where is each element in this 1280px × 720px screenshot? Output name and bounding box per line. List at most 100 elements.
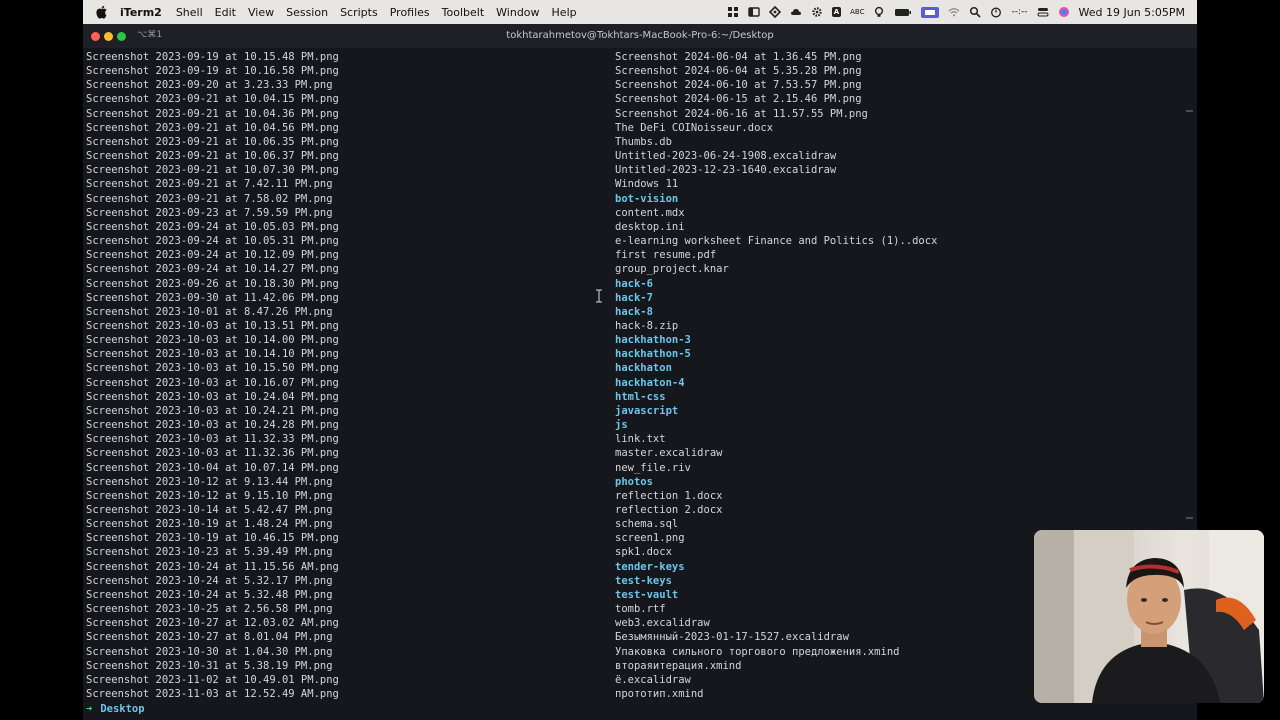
file-entry: Untitled-2023-12-23-1640.excalidraw: [615, 164, 837, 177]
timer-dashes: --:--: [1011, 7, 1028, 17]
file-entry: Screenshot 2023-09-26 at 10.18.30 PM.png: [86, 277, 339, 290]
cloud-icon[interactable]: [790, 6, 802, 18]
file-entry: Screenshot 2023-10-27 at 12.03.02 AM.png: [86, 617, 339, 630]
file-entry: Screenshot 2023-09-21 at 10.06.35 PM.png: [86, 135, 339, 148]
shell-prompt[interactable]: ➜ Desktop: [86, 702, 145, 716]
menu-profiles[interactable]: Profiles: [390, 6, 430, 19]
file-entry: Screenshot 2023-10-24 at 11.15.56 AM.png: [86, 560, 339, 573]
file-entry: втораяитерация.xmind: [615, 659, 742, 672]
file-entry: Screenshot 2023-10-19 at 10.46.15 PM.png: [86, 532, 339, 545]
search-icon[interactable]: [969, 6, 982, 18]
window-icon[interactable]: [748, 6, 760, 18]
file-entry: Screenshot 2023-10-03 at 10.24.21 PM.png: [86, 404, 339, 417]
file-entry: Screenshot 2023-09-21 at 7.58.02 PM.png: [86, 192, 333, 205]
file-entry: Screenshot 2023-10-03 at 10.14.10 PM.png: [86, 348, 339, 361]
siri-icon[interactable]: [1058, 6, 1070, 18]
file-entry: прототип.xmind: [615, 688, 704, 701]
file-entry: group_project.knar: [615, 263, 729, 276]
scroll-marker: [1186, 110, 1193, 112]
menu-bar-clock[interactable]: Wed 19 Jun 5:05PM: [1079, 6, 1185, 19]
directory-entry: tender-keys: [615, 560, 685, 573]
file-entry: Thumbs.db: [615, 135, 672, 148]
file-entry: Screenshot 2023-10-01 at 8.47.26 PM.png: [86, 305, 333, 318]
ls-column-right: Screenshot 2024-06-04 at 1.36.45 PM.png S…: [615, 50, 937, 701]
file-entry: link.txt: [615, 433, 666, 446]
file-entry: Screenshot 2023-09-24 at 10.05.03 PM.png: [86, 220, 339, 233]
file-entry: Screenshot 2024-06-16 at 11.57.55 PM.png: [615, 107, 868, 120]
battery-icon[interactable]: [894, 6, 912, 18]
file-entry: Screenshot 2023-10-03 at 10.14.00 PM.png: [86, 334, 339, 347]
menu-bar: iTerm2 Shell Edit View Session Scripts P…: [83, 0, 1197, 24]
file-entry: Screenshot 2023-11-02 at 10.49.01 PM.png: [86, 673, 339, 686]
file-entry: Screenshot 2023-09-21 at 10.06.37 PM.png: [86, 150, 339, 163]
file-entry: Screenshot 2023-10-03 at 11.32.36 PM.png: [86, 447, 339, 460]
directory-entry: bot-vision: [615, 192, 679, 205]
file-entry: Упаковка сильного торгового предложения.…: [615, 645, 900, 658]
directory-entry: javascript: [615, 404, 679, 417]
menu-scripts[interactable]: Scripts: [340, 6, 378, 19]
file-entry: Screenshot 2023-10-24 at 5.32.48 PM.png: [86, 588, 333, 601]
file-entry: Screenshot 2023-09-20 at 3.23.33 PM.png: [86, 79, 333, 92]
text-cursor-icon: [596, 289, 602, 303]
gear-icon[interactable]: [811, 6, 823, 18]
file-entry: hack-8.zip: [615, 319, 679, 332]
file-entry: Screenshot 2023-10-03 at 10.24.28 PM.png: [86, 419, 339, 432]
prompt-cwd: Desktop: [100, 703, 145, 715]
menu-app-name[interactable]: iTerm2: [120, 6, 162, 19]
file-entry: Screenshot 2023-10-03 at 10.15.50 PM.png: [86, 362, 339, 375]
file-entry: Screenshot 2023-10-24 at 5.32.17 PM.png: [86, 574, 333, 587]
menu-help[interactable]: Help: [552, 6, 577, 19]
ls-column-left: Screenshot 2023-09-19 at 10.15.48 PM.png…: [86, 50, 339, 701]
input-source-icon[interactable]: A: [831, 7, 842, 17]
file-entry: Screenshot 2023-09-21 at 10.04.56 PM.png: [86, 121, 339, 134]
directory-entry: test-vault: [615, 588, 679, 601]
file-entry: reflection 2.docx: [615, 504, 723, 516]
control-center-icon[interactable]: [1037, 6, 1049, 18]
file-entry: Screenshot 2024-06-04 at 5.35.28 PM.png: [615, 65, 862, 78]
apple-icon[interactable]: [95, 5, 108, 19]
menu-shell[interactable]: Shell: [176, 6, 203, 19]
file-entry: Screenshot 2023-10-03 at 10.13.51 PM.png: [86, 319, 339, 332]
file-entry: Screenshot 2023-10-30 at 1.04.30 PM.png: [86, 645, 333, 658]
menu-edit[interactable]: Edit: [215, 6, 236, 19]
file-entry: Screenshot 2024-06-15 at 2.15.46 PM.png: [615, 93, 862, 106]
screen: iTerm2 Shell Edit View Session Scripts P…: [83, 0, 1197, 720]
file-entry: ё.excalidraw: [615, 673, 691, 686]
file-entry: first resume.pdf: [615, 249, 717, 262]
file-entry: Screenshot 2023-10-03 at 10.24.04 PM.png: [86, 390, 339, 403]
file-entry: Screenshot 2023-10-12 at 9.13.44 PM.png: [86, 475, 333, 488]
file-entry: schema.sql: [615, 518, 679, 531]
webcam-overlay: [1034, 530, 1264, 703]
file-entry: reflection 1.docx: [615, 489, 723, 502]
file-entry: Windows 11: [615, 178, 679, 191]
menu-toolbelt[interactable]: Toolbelt: [442, 6, 485, 19]
file-entry: new_file.riv: [615, 461, 691, 474]
grid-icon[interactable]: [727, 6, 739, 18]
bulb-icon[interactable]: [873, 6, 885, 18]
file-entry: Screenshot 2023-10-03 at 11.32.33 PM.png: [86, 433, 339, 446]
file-entry: desktop.ini: [615, 220, 685, 233]
directory-entry: html-css: [615, 390, 666, 403]
menu-view[interactable]: View: [248, 6, 274, 19]
timer-icon[interactable]: [990, 6, 1002, 18]
directory-entry: hack-8: [615, 305, 653, 318]
file-entry: Screenshot 2023-10-12 at 9.15.10 PM.png: [86, 489, 333, 502]
file-entry: screen1.png: [615, 532, 685, 545]
input-source-label[interactable]: ABC: [850, 8, 864, 16]
file-entry: The DeFi COINoisseur.docx: [615, 121, 774, 134]
directory-entry: hackhathon-3: [615, 334, 691, 347]
file-entry: Screenshot 2023-09-23 at 7.59.59 PM.png: [86, 206, 333, 219]
file-entry: Screenshot 2023-10-19 at 1.48.24 PM.png: [86, 518, 333, 531]
directory-entry: js: [615, 419, 628, 432]
directory-entry: test-keys: [615, 574, 672, 587]
file-entry: Screenshot 2023-11-03 at 12.52.49 AM.png: [86, 688, 339, 701]
screen-share-icon[interactable]: [921, 6, 940, 18]
file-entry: web3.excalidraw: [615, 617, 710, 630]
wifi-icon[interactable]: [948, 6, 960, 18]
scroll-marker: [1186, 517, 1193, 519]
window-title-bar: ⌥⌘1 tokhtarahmetov@Tokhtars-MacBook-Pro-…: [83, 24, 1197, 48]
terminal-output[interactable]: Screenshot 2023-09-19 at 10.15.48 PM.png…: [83, 48, 1197, 720]
diamond-icon[interactable]: [768, 6, 781, 18]
menu-session[interactable]: Session: [286, 6, 328, 19]
menu-window[interactable]: Window: [496, 6, 539, 19]
